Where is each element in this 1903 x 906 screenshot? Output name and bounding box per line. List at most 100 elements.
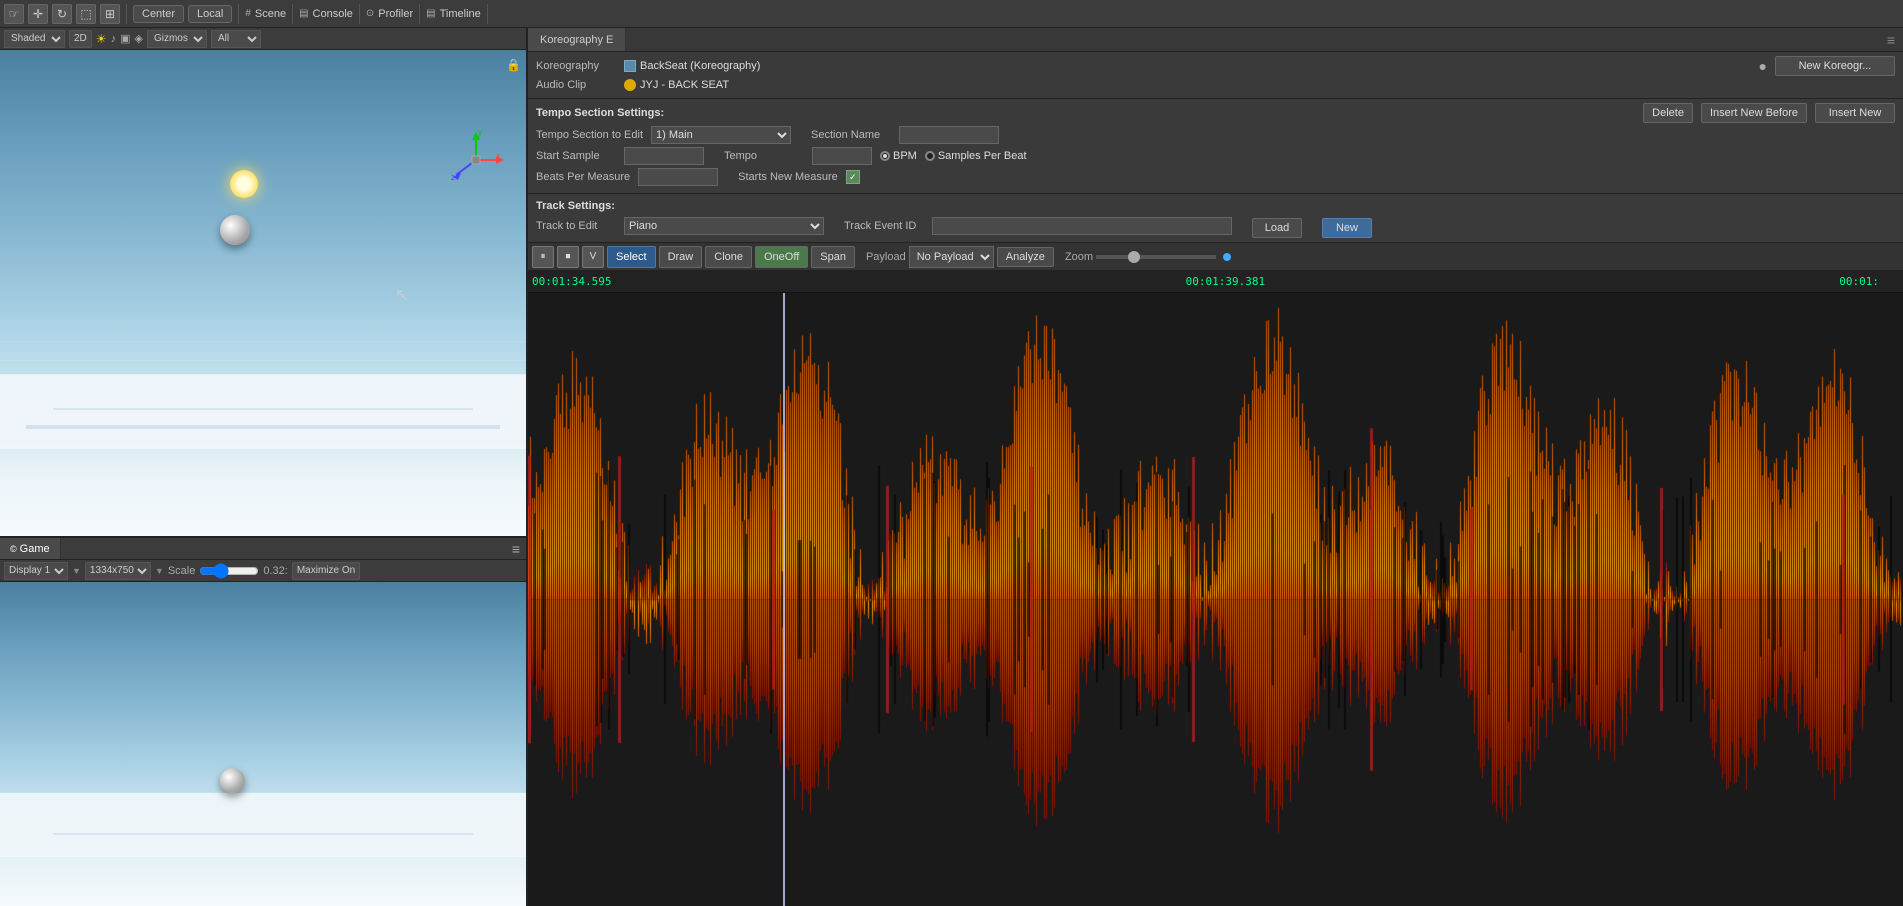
event-id-group: Track Event ID Piano	[844, 217, 1232, 235]
audio-icon: ♪	[111, 33, 117, 45]
event-id-input[interactable]: Piano	[932, 217, 1232, 235]
pause-button[interactable]: ⏸	[532, 246, 554, 268]
starts-new-checkbox[interactable]: ✓	[846, 170, 860, 184]
arrow-down2-icon: ▼	[155, 566, 164, 576]
starts-new-group: Starts New Measure ✓	[738, 168, 860, 186]
start-sample-input[interactable]: 0	[624, 147, 704, 165]
tempo-input[interactable]: 140	[812, 147, 872, 165]
scale-slider[interactable]	[199, 565, 259, 577]
payload-select[interactable]: No Payload	[909, 246, 994, 268]
display-select[interactable]: Display 1	[4, 562, 68, 580]
beats-group: Beats Per Measure 4	[536, 168, 718, 186]
fx-icon: ◈	[134, 32, 142, 45]
maximize-button[interactable]: Maximize On	[292, 562, 360, 580]
hand-icon[interactable]: ☞	[4, 4, 24, 24]
track-row: Track to Edit Piano Track Event ID Piano…	[536, 217, 1895, 238]
new-koreography-button[interactable]: New Koreogr...	[1775, 56, 1895, 76]
all-select[interactable]: All	[211, 30, 261, 48]
koreography-editor: Koreography E ≡ Koreography BackSeat (Ko…	[528, 28, 1903, 906]
sun-icon: ☀	[96, 32, 107, 46]
waveform-container[interactable]	[528, 293, 1903, 906]
track-header-row: Track Settings:	[536, 198, 1895, 214]
game-tab-label: Game	[20, 543, 50, 555]
tempo-row3: Beats Per Measure 4 Starts New Measure ✓	[536, 168, 1895, 189]
audio-label: Audio Clip	[536, 79, 616, 91]
section-name-label: Section Name	[811, 129, 891, 141]
top-toolbar: ☞ ✛ ↻ ⬚ ⊞ Center Local # Scene ▤ Console…	[0, 0, 1903, 28]
tab-menu-icon[interactable]: ≡	[1879, 32, 1903, 48]
beats-input[interactable]: 4	[638, 168, 718, 186]
2d-button[interactable]: 2D	[69, 30, 92, 48]
resolution-select[interactable]: 1334x750	[85, 562, 151, 580]
local-button[interactable]: Local	[188, 5, 232, 23]
move-icon[interactable]: ✛	[28, 4, 48, 24]
separator4	[359, 4, 360, 24]
tempo-radio-group: BPM Samples Per Beat	[880, 150, 1027, 162]
new-track-button[interactable]: New	[1322, 218, 1372, 238]
bpm-radio[interactable]: BPM	[880, 150, 917, 162]
game-tabs: © Game ≡	[0, 538, 526, 560]
delete-button[interactable]: Delete	[1643, 103, 1693, 123]
clone-button[interactable]: Clone	[705, 246, 752, 268]
v-button[interactable]: V	[582, 246, 604, 268]
rect-select-icon[interactable]: ⬚	[76, 4, 96, 24]
tempo-row2: Start Sample 0 Tempo 140 BPM Samples Per…	[536, 147, 1895, 168]
center-button[interactable]: Center	[133, 5, 184, 23]
profiler-tab-icon: ⊙	[366, 8, 374, 19]
transform-widget[interactable]: y x z	[446, 130, 506, 190]
backseat-icon	[624, 60, 636, 72]
separator6	[487, 4, 488, 24]
tempo-group: Tempo 140 BPM Samples Per Beat	[724, 147, 1027, 165]
svg-text:x: x	[496, 151, 500, 160]
koreography-row: Koreography BackSeat (Koreography) ● New…	[536, 56, 1895, 76]
scene-tab-label[interactable]: Scene	[255, 8, 286, 20]
sphere-object	[220, 215, 250, 245]
console-tab-label[interactable]: Console	[313, 8, 353, 20]
waveform-canvas[interactable]	[528, 293, 1903, 906]
bpm-radio-circle[interactable]	[880, 151, 890, 161]
kore-tab[interactable]: Koreography E	[528, 28, 626, 51]
game-viewport	[0, 582, 526, 906]
time-display-1: 00:01:34.595	[532, 275, 611, 288]
profiler-tab-label[interactable]: Profiler	[378, 8, 413, 20]
beats-label: Beats Per Measure	[536, 171, 630, 183]
refresh-icon[interactable]: ↻	[52, 4, 72, 24]
analyze-button[interactable]: Analyze	[997, 247, 1054, 267]
timeline-tab-label[interactable]: Timeline	[440, 8, 481, 20]
insert-new-button[interactable]: Insert New	[1815, 103, 1895, 123]
track-select[interactable]: Piano	[624, 217, 824, 235]
panel-menu-icon[interactable]: ≡	[506, 541, 526, 557]
samples-radio-circle[interactable]	[925, 151, 935, 161]
lock-icon[interactable]: 🔒	[506, 58, 521, 72]
game-tab[interactable]: © Game	[0, 538, 61, 559]
tempo-edit-select[interactable]: 1) Main	[651, 126, 791, 144]
zoom-slider[interactable]	[1096, 255, 1216, 259]
insert-before-button[interactable]: Insert New Before	[1701, 103, 1807, 123]
tempo-row1: Tempo Section to Edit 1) Main Section Na…	[536, 126, 1895, 147]
samples-radio[interactable]: Samples Per Beat	[925, 150, 1027, 162]
game-view-toolbar: Display 1 ▼ 1334x750 ▼ Scale 0.32: Maxim…	[0, 560, 526, 582]
track-header: Track Settings:	[536, 200, 615, 212]
stop-button[interactable]: ⏹	[557, 246, 579, 268]
shading-select[interactable]: Shaded	[4, 30, 65, 48]
game-tab-icon: ©	[10, 544, 17, 554]
arrow-down-icon: ▼	[72, 566, 81, 576]
gizmos-select[interactable]: Gizmos	[147, 30, 207, 48]
draw-button[interactable]: Draw	[659, 246, 703, 268]
section-name-input[interactable]: Main	[899, 126, 999, 144]
track-label: Track to Edit	[536, 220, 616, 232]
span-button[interactable]: Span	[811, 246, 855, 268]
bpm-label: BPM	[893, 150, 917, 162]
transform-icon[interactable]: ⊞	[100, 4, 120, 24]
oneoff-button[interactable]: OneOff	[755, 246, 808, 268]
zoom-dot	[1223, 253, 1231, 261]
kore-value: BackSeat (Koreography)	[640, 60, 760, 72]
load-button[interactable]: Load	[1252, 218, 1302, 238]
select-button[interactable]: Select	[607, 246, 656, 268]
start-sample-group: Start Sample 0	[536, 147, 704, 165]
samples-label: Samples Per Beat	[938, 150, 1027, 162]
separator1	[126, 4, 127, 24]
scene-viewport: y x z 🔒 ↖	[0, 50, 526, 536]
tempo-edit-group: Tempo Section to Edit 1) Main	[536, 126, 791, 144]
view-toolbar: Shaded 2D ☀ ♪ ▣ ◈ Gizmos All	[0, 28, 526, 50]
